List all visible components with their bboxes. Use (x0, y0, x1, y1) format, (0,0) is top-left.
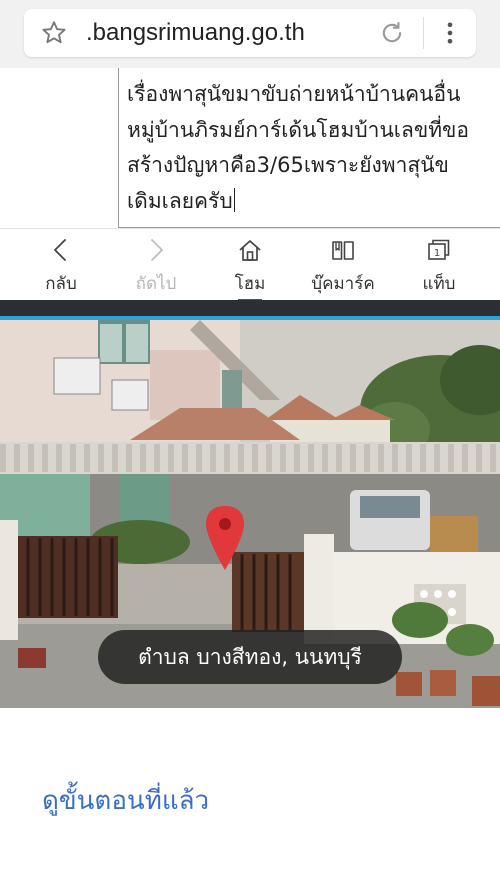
bookmarks-button[interactable]: บุ๊คมาร์ค (293, 229, 393, 301)
tabs-label: แท็บ (422, 274, 456, 294)
textarea-line-last: เดิมเลยครับ (127, 185, 235, 217)
bookmarks-label: บุ๊คมาร์ค (311, 274, 375, 294)
back-label: กลับ (45, 274, 77, 294)
browser-toolbar: .bangsrimuang.go.th (0, 0, 500, 69)
textarea-line: สร้างปัญหาคือ3/65เพราะยังพาสุนัข (127, 153, 449, 177)
textarea-line: หมู่บ้านภิรมย์การ์เด้นโฮมบ้านเลขที่ขอ (127, 118, 470, 142)
page-content: เรื่องพาสุนัขมาขับถ่ายหน้าบ้านคนอื่น หมู… (0, 68, 500, 228)
textarea-line: เรื่องพาสุนัขมาขับถ่ายหน้าบ้านคนอื่น (127, 82, 461, 106)
tabs-count: 1 (434, 248, 440, 259)
tabs-icon: 1 (428, 239, 450, 260)
home-icon (239, 240, 261, 261)
reload-icon[interactable] (378, 19, 406, 47)
tabs-button[interactable]: 1 แท็บ (389, 229, 489, 301)
address-bar[interactable]: .bangsrimuang.go.th (24, 9, 476, 57)
url-separator (423, 17, 424, 49)
chevron-left-icon (54, 239, 66, 261)
bookmarks-icon (332, 241, 354, 260)
browser-nav-bar: กลับ ถัดไป โฮม บุ๊คมาร์ค 1 แท็บ (0, 228, 500, 301)
bottom-section: ดูขั้นตอนที่แล้ว (0, 708, 500, 889)
home-button[interactable]: โฮม (200, 229, 300, 301)
street-view-image[interactable]: ตำบล บางสีทอง, นนทบุรี (0, 320, 500, 708)
home-label: โฮม (234, 274, 266, 294)
chevron-right-icon (151, 239, 163, 261)
view-previous-step-link[interactable]: ดูขั้นตอนที่แล้ว (42, 784, 209, 818)
forward-label: ถัดไป (135, 274, 177, 294)
more-vertical-icon[interactable] (436, 19, 464, 47)
text-caret (233, 188, 235, 212)
star-icon[interactable] (40, 19, 68, 47)
url-text[interactable]: .bangsrimuang.go.th (86, 18, 386, 48)
location-label: ตำบล บางสีทอง, นนทบุรี (98, 630, 402, 684)
textarea-line-text: เดิมเลยครับ (127, 189, 233, 213)
back-button[interactable]: กลับ (11, 229, 111, 301)
complaint-textarea[interactable]: เรื่องพาสุนัขมาขับถ่ายหน้าบ้านคนอื่น หมู… (118, 68, 500, 228)
forward-button[interactable]: ถัดไป (106, 229, 206, 301)
